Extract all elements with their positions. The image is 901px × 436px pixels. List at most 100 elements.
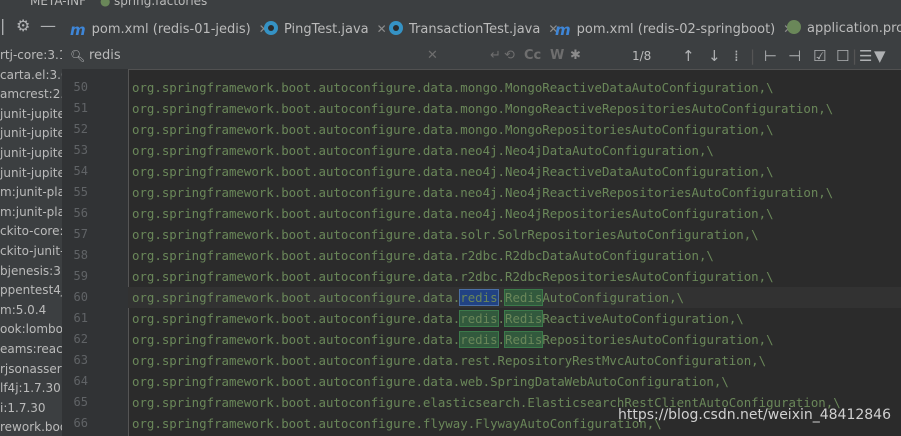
- breadcrumb-file[interactable]: spring.factories: [114, 0, 207, 8]
- select-occurrences-icon[interactable]: ☑: [813, 47, 826, 65]
- regex-icon[interactable]: ✱: [570, 48, 581, 63]
- project-panel: | ⚙ — rtj-core:3.1carta.el:3.0amcrest:2.…: [0, 9, 62, 436]
- project-tree-item[interactable]: junit-jupiter: [0, 143, 62, 163]
- code-line[interactable]: org.springframework.boot.autoconfigure.d…: [128, 203, 901, 224]
- project-tree-item[interactable]: lf4j:1.7.30: [0, 378, 61, 398]
- java-class-icon: [264, 21, 278, 35]
- tab-application-properties[interactable]: application.prop: [787, 9, 901, 45]
- project-tree-item[interactable]: m:junit-plat: [0, 202, 62, 222]
- code-text: org.springframework.boot.autoconfigure.d…: [132, 122, 774, 137]
- code-line[interactable]: org.springframework.boot.autoconfigure.d…: [128, 77, 901, 98]
- breadcrumb-folder[interactable]: META-INF: [30, 0, 86, 8]
- project-toolbar: | ⚙ —: [0, 9, 62, 45]
- tab-label: pom.xml (redis-01-jedis): [91, 22, 251, 37]
- code-segment: org.springframework.boot.autoconfigure.d…: [132, 311, 461, 326]
- code-line[interactable]: org.springframework.boot.autoconfigure.d…: [128, 266, 901, 287]
- code-text: org.springframework.boot.autoconfigure.d…: [132, 269, 774, 284]
- tab-label: pom.xml (redis-02-springboot): [576, 22, 776, 37]
- line-number: 54: [73, 164, 88, 178]
- line-number: 64: [73, 374, 88, 388]
- project-tree-item[interactable]: ckito-junit-: [0, 241, 62, 261]
- match-case-button[interactable]: Cc: [524, 48, 541, 63]
- project-tree-item[interactable]: rjsonasser: [0, 359, 62, 379]
- line-number: 61: [73, 311, 88, 325]
- code-line[interactable]: org.springframework.boot.autoconfigure.d…: [128, 245, 901, 266]
- project-tree-item[interactable]: rtj-core:3.1: [0, 45, 62, 65]
- search-match: Redis: [504, 331, 544, 348]
- code-segment: .: [497, 290, 506, 305]
- java-class-icon: [389, 21, 403, 35]
- search-match: redis: [459, 289, 499, 306]
- project-tree-item[interactable]: ppentest4j:: [0, 280, 62, 300]
- sort-icon[interactable]: ☰: [859, 47, 872, 65]
- add-occurrence-icon[interactable]: ⊢: [764, 47, 777, 65]
- project-tree-item[interactable]: eams:reactiv: [0, 339, 62, 359]
- line-number: 51: [73, 101, 88, 115]
- line-number: 65: [73, 395, 88, 409]
- tab-pingtest[interactable]: PingTest.java ✕: [264, 9, 387, 45]
- search-match: Redis: [504, 310, 544, 327]
- whole-words-button[interactable]: W: [550, 48, 564, 63]
- code-text: org.springframework.boot.autoconfigure.d…: [132, 329, 774, 350]
- code-line[interactable]: org.springframework.boot.autoconfigure.d…: [128, 308, 901, 329]
- close-icon[interactable]: ✕: [377, 22, 387, 36]
- code-line[interactable]: org.springframework.boot.autoconfigure.d…: [128, 224, 901, 245]
- line-number: 53: [73, 143, 88, 157]
- code-text: org.springframework.boot.autoconfigure.f…: [132, 416, 662, 431]
- code-text: org.springframework.boot.autoconfigure.d…: [132, 353, 767, 368]
- project-tree-item[interactable]: carta.el:3.0: [0, 65, 62, 85]
- match-counter: 1/8: [632, 49, 652, 63]
- project-tree-item[interactable]: i:1.7.30: [0, 398, 46, 418]
- history-icon[interactable]: ⟲: [504, 48, 515, 63]
- code-text: org.springframework.boot.autoconfigure.d…: [132, 248, 714, 263]
- project-tree-item[interactable]: amcrest:2.2: [0, 84, 62, 104]
- tab-transactiontest[interactable]: TransactionTest.java ✕: [389, 9, 558, 45]
- code-line[interactable]: org.springframework.boot.autoconfigure.d…: [128, 329, 901, 350]
- tab-pom-redis-01[interactable]: mpom.xml (redis-01-jedis)✕: [70, 9, 269, 45]
- clear-search-icon[interactable]: ✕: [427, 48, 438, 63]
- code-text: org.springframework.boot.autoconfigure.d…: [132, 206, 774, 221]
- search-input[interactable]: redis: [89, 48, 121, 63]
- project-tree-item[interactable]: m:5.0.4: [0, 300, 46, 320]
- code-text: org.springframework.boot.autoconfigure.d…: [132, 164, 774, 179]
- enter-icon[interactable]: ↵: [490, 48, 501, 63]
- code-line[interactable]: org.springframework.boot.autoconfigure.d…: [128, 287, 901, 308]
- code-line[interactable]: org.springframework.boot.autoconfigure.d…: [128, 371, 901, 392]
- tab-pom-redis-02[interactable]: mpom.xml (redis-02-springboot)✕: [555, 9, 793, 45]
- minimize-icon[interactable]: —: [40, 18, 56, 34]
- remove-occurrence-icon[interactable]: ⊣: [788, 47, 801, 65]
- code-text: org.springframework.boot.autoconfigure.d…: [132, 287, 684, 308]
- code-line[interactable]: org.springframework.boot.autoconfigure.d…: [128, 119, 901, 140]
- project-tree-item[interactable]: junit-jupiter: [0, 104, 62, 124]
- project-tree-item[interactable]: ook:lombok: [0, 319, 62, 339]
- gear-icon[interactable]: ⚙: [16, 18, 30, 34]
- search-match: redis: [459, 310, 499, 327]
- code-line[interactable]: org.springframework.boot.autoconfigure.d…: [128, 161, 901, 182]
- divider-icon: |: [0, 16, 6, 35]
- toggle-selection-icon[interactable]: ☐: [836, 47, 849, 65]
- next-match-icon[interactable]: ↓: [708, 47, 721, 65]
- select-all-matches-icon[interactable]: ⁞: [734, 47, 739, 65]
- code-text: org.springframework.boot.autoconfigure.d…: [132, 308, 744, 329]
- project-tree-item[interactable]: ckito-core:: [0, 221, 62, 241]
- breadcrumb: META-INF ● spring.factories: [0, 0, 901, 9]
- code-line[interactable]: org.springframework.boot.autoconfigure.d…: [128, 140, 901, 161]
- project-tree-item[interactable]: m:junit-plat: [0, 182, 62, 202]
- line-number: 62: [73, 332, 88, 346]
- filter-icon[interactable]: ▼: [874, 47, 886, 65]
- project-tree-item[interactable]: junit-jupiter: [0, 123, 62, 143]
- code-line[interactable]: org.springframework.boot.autoconfigure.d…: [128, 98, 901, 119]
- project-tree-item[interactable]: rework.boot: [0, 417, 62, 436]
- code-line[interactable]: org.springframework.boot.autoconfigure.d…: [128, 182, 901, 203]
- code-editor[interactable]: org.springframework.boot.autoconfigure.d…: [128, 69, 901, 436]
- line-number: 50: [73, 80, 88, 94]
- line-number: 58: [73, 248, 88, 262]
- previous-match-icon[interactable]: ↑: [682, 47, 695, 65]
- project-tree-item[interactable]: bjenesis:3.1: [0, 261, 62, 281]
- code-line[interactable]: org.springframework.boot.autoconfigure.d…: [128, 350, 901, 371]
- line-number: 60: [73, 290, 88, 304]
- project-tree-item[interactable]: junit-jupiter: [0, 163, 62, 183]
- search-icon[interactable]: 🔍︎: [70, 49, 85, 63]
- spring-icon: ●: [100, 0, 111, 8]
- code-segment: RepositoriesAutoConfiguration,\: [542, 332, 774, 347]
